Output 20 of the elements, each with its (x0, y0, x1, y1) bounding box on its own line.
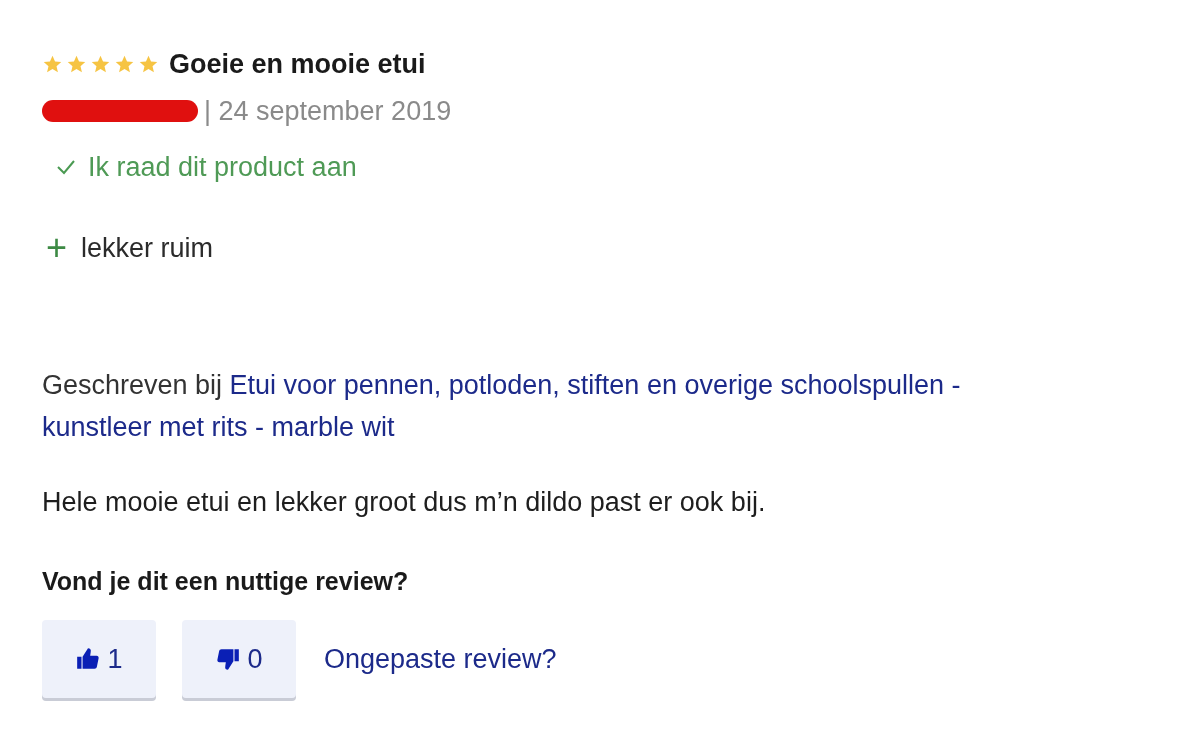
thumbs-down-button[interactable]: 0 (182, 620, 296, 698)
review-body: Hele mooie etui en lekker groot dus m’n dildo past er ook bij. (42, 486, 767, 519)
plus-sign: + (46, 229, 68, 266)
star-icon (90, 53, 111, 75)
report-link[interactable]: Ongepaste review? (324, 638, 557, 680)
thumbs-up-button[interactable]: 1 (42, 620, 156, 698)
recommendation-text: Ik raad dit product aan (88, 151, 357, 184)
written-for-text: Geschreven bij Etui voor pennen, potloden, stiften en overige schoolspullen - kunstleer met rits - marble wit (42, 369, 962, 444)
thumbs-up-icon (75, 646, 102, 672)
star-icon (114, 53, 135, 75)
product-link[interactable]: kunstleer met rits - marble wit (42, 412, 395, 442)
pro-text: lekker ruim (81, 231, 214, 265)
star-icon (138, 53, 159, 75)
star-icon (66, 53, 87, 75)
review-title: Goeie en mooie etui (169, 48, 426, 81)
star-icon (42, 53, 63, 75)
thumbs-down-icon (215, 646, 242, 672)
helpful-question: Vond je dit een nuttige review? (42, 565, 410, 597)
product-link[interactable]: Etui voor pennen, potloden, stiften en overige schoolspullen - (229, 370, 961, 400)
review-date: | 24 september 2019 (204, 94, 452, 128)
